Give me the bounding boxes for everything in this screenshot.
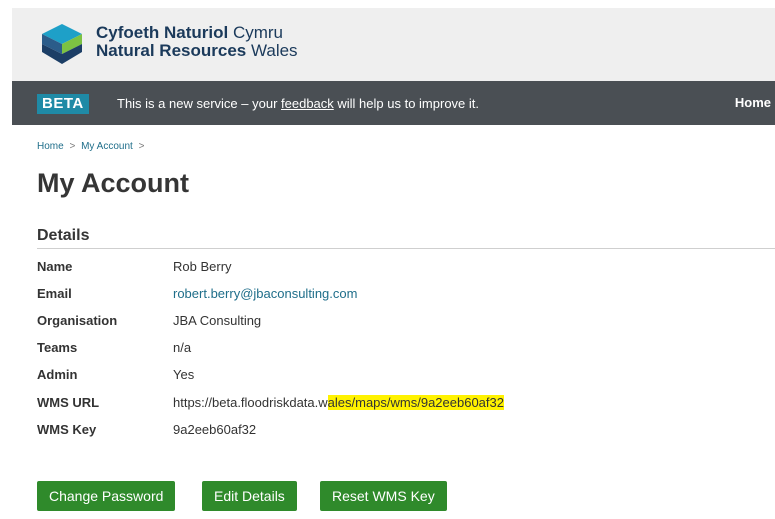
beta-message-end: will help us to improve it. <box>333 96 480 111</box>
detail-label: Email <box>37 286 72 301</box>
details-heading: Details <box>37 227 90 244</box>
detail-label: Organisation <box>37 313 118 328</box>
org-name-english-light: Wales <box>246 41 298 60</box>
feedback-link[interactable]: feedback <box>281 96 334 111</box>
breadcrumb-my-account[interactable]: My Account <box>81 141 133 152</box>
page-title: My Account <box>37 168 190 198</box>
detail-label: WMS Key <box>37 422 97 437</box>
breadcrumb: Home > My Account > <box>37 141 147 152</box>
detail-label: Admin <box>37 367 78 382</box>
detail-value: Yes <box>173 367 195 382</box>
beta-message-start: This is a new service – your <box>117 96 282 111</box>
wms-url-highlighted: ales/maps/wms/9a2eeb60af32 <box>327 395 504 410</box>
site-header: Cyfoeth Naturiol Cymru Natural Resources… <box>12 8 775 81</box>
org-name-welsh-bold: Cyfoeth Naturiol <box>96 23 229 42</box>
email-link[interactable]: robert.berry@jbaconsulting.com <box>173 286 357 301</box>
detail-label: Teams <box>37 340 78 355</box>
reset-wms-key-button[interactable]: Reset WMS Key <box>320 481 447 511</box>
org-name-english-bold: Natural Resources <box>96 41 247 60</box>
detail-value: JBA Consulting <box>173 313 262 328</box>
breadcrumb-separator: > <box>69 141 76 152</box>
breadcrumb-home[interactable]: Home <box>37 141 64 152</box>
nav-home-link[interactable]: Home <box>735 95 771 110</box>
detail-label: Name <box>37 259 73 274</box>
org-name-welsh-light: Cymru <box>228 23 284 42</box>
edit-details-button[interactable]: Edit Details <box>202 481 297 511</box>
change-password-button[interactable]: Change Password <box>37 481 176 511</box>
beta-banner: BETA This is a new service – your feedba… <box>12 81 775 125</box>
detail-label: WMS URL <box>37 395 100 410</box>
organisation-name: Cyfoeth Naturiol Cymru Natural Resources… <box>96 24 298 60</box>
divider <box>37 248 775 249</box>
beta-message: This is a new service – your feedback wi… <box>117 96 479 111</box>
detail-value: n/a <box>173 340 192 355</box>
wms-url-start: https://beta.floodriskdata.w <box>173 395 328 410</box>
wms-url-value: https://beta.floodriskdata.wales/maps/wm… <box>173 395 504 410</box>
beta-badge: BETA <box>37 94 89 114</box>
breadcrumb-separator: > <box>138 141 145 152</box>
detail-value: 9a2eeb60af32 <box>173 422 257 437</box>
detail-value: Rob Berry <box>173 259 232 274</box>
nrw-logo-icon[interactable] <box>36 22 88 66</box>
